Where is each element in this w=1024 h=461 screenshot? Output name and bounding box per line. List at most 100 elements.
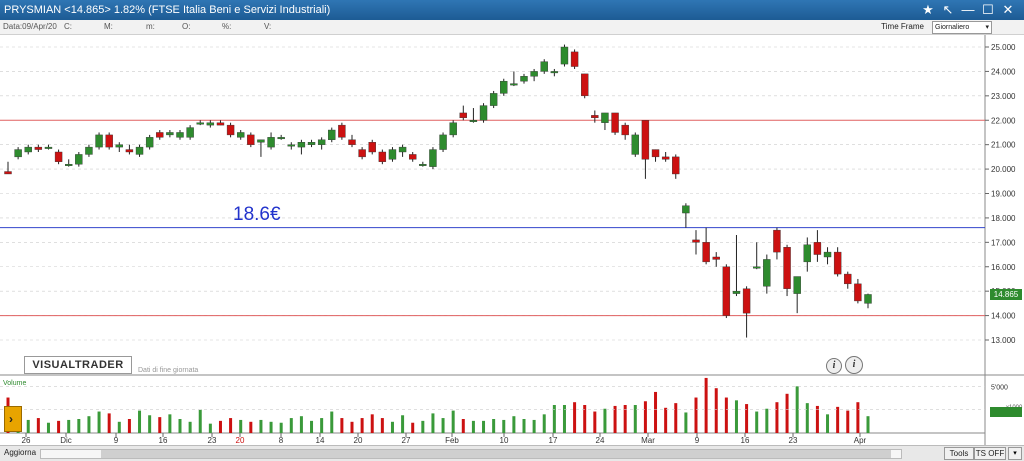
price-annotation: 18.6€ bbox=[233, 204, 281, 225]
x-tick-label: Dic bbox=[60, 436, 72, 445]
volume-bar bbox=[633, 405, 637, 433]
volume-bar bbox=[502, 419, 506, 433]
last-volume-tag bbox=[990, 407, 1022, 417]
volume-bar bbox=[279, 422, 283, 433]
volume-bar bbox=[97, 411, 101, 433]
candle-body bbox=[823, 251, 832, 258]
timeframe-select[interactable]: Giornaliero bbox=[932, 21, 992, 34]
candle-body bbox=[803, 244, 811, 263]
volume-bar bbox=[654, 391, 658, 433]
candle-body bbox=[489, 93, 498, 106]
info-icon[interactable]: i bbox=[845, 356, 863, 374]
candle-body bbox=[176, 132, 184, 138]
volume-bar bbox=[289, 418, 293, 433]
candle-body bbox=[216, 122, 225, 126]
chevron-down-icon[interactable]: ▾ bbox=[1008, 447, 1022, 460]
volume-bar bbox=[826, 414, 830, 433]
timeframe-label: Time Frame bbox=[881, 22, 924, 31]
candle-body bbox=[267, 137, 275, 148]
volume-bar bbox=[643, 401, 647, 433]
scroll-arrow-icon[interactable]: › bbox=[4, 406, 22, 432]
volume-bar bbox=[775, 402, 779, 433]
candle-body bbox=[722, 266, 731, 316]
x-tick-label: 9 bbox=[114, 436, 119, 445]
scrollbar-thumb[interactable] bbox=[101, 450, 891, 458]
info-open: O: bbox=[182, 22, 191, 31]
volume-bar bbox=[178, 419, 182, 433]
volume-bar bbox=[411, 422, 415, 433]
info-pct: %: bbox=[222, 22, 232, 31]
y-tick-label: 16.000 bbox=[991, 263, 1016, 272]
window-controls: ★ ↖ — ☐ ✕ bbox=[918, 2, 1018, 18]
candle-body bbox=[328, 129, 336, 140]
volume-bar bbox=[684, 412, 688, 433]
x-tick-label: 10 bbox=[500, 436, 509, 445]
minimize-icon[interactable]: — bbox=[958, 2, 978, 18]
star-icon[interactable]: ★ bbox=[918, 2, 938, 18]
aggiorna-button[interactable]: Aggiorna bbox=[4, 448, 36, 457]
candle-body bbox=[672, 156, 680, 175]
candle-body bbox=[419, 163, 427, 166]
x-tick-label: Mar bbox=[641, 436, 655, 445]
tools-button[interactable]: Tools bbox=[944, 447, 974, 460]
info-icon[interactable]: i bbox=[826, 358, 842, 374]
pointer-icon[interactable]: ↖ bbox=[938, 2, 958, 18]
volume-bar bbox=[613, 405, 617, 433]
volume-bar bbox=[451, 410, 455, 433]
candle-body bbox=[317, 139, 326, 145]
candle-body bbox=[631, 134, 639, 155]
horizontal-scrollbar[interactable] bbox=[40, 449, 902, 459]
candle-body bbox=[530, 71, 538, 77]
candle-body bbox=[409, 154, 417, 160]
volume-bar bbox=[583, 405, 587, 433]
volume-bar bbox=[249, 421, 253, 433]
volume-bar bbox=[138, 410, 142, 433]
info-close: C: bbox=[64, 22, 72, 31]
candle-body bbox=[833, 251, 842, 275]
volume-bar bbox=[512, 416, 516, 433]
candle-body bbox=[550, 71, 559, 74]
candle-body bbox=[44, 146, 53, 149]
y-tick-label: 17.000 bbox=[991, 238, 1016, 247]
candle-body bbox=[783, 247, 791, 289]
chart-grid bbox=[0, 35, 1024, 445]
candle-body bbox=[581, 73, 589, 97]
volume-bar bbox=[866, 416, 870, 433]
volume-bar bbox=[127, 419, 131, 433]
volume-bar bbox=[461, 419, 465, 433]
candle-body bbox=[601, 112, 609, 123]
candle-body bbox=[753, 266, 761, 269]
ts-off-button[interactable]: TS OFF bbox=[974, 447, 1006, 460]
volume-bar bbox=[360, 418, 364, 433]
date-axis: 26 Dic 9 16 23 20 8 14 20 27 Feb 10 17 24 Mar 9 16 23 Apr bbox=[22, 433, 867, 445]
x-tick-label: 17 bbox=[549, 436, 558, 445]
candle-body bbox=[368, 142, 376, 153]
candle-body bbox=[186, 127, 194, 138]
candle-body bbox=[864, 294, 872, 304]
candle-body bbox=[570, 51, 579, 67]
volume-bar bbox=[421, 420, 425, 433]
candle-body bbox=[348, 139, 356, 145]
volume-bar bbox=[562, 405, 566, 433]
candle-body bbox=[277, 137, 285, 140]
volume-bar bbox=[330, 411, 334, 433]
close-icon[interactable]: ✕ bbox=[998, 2, 1018, 18]
volume-bar bbox=[755, 411, 759, 433]
volume-bar bbox=[573, 402, 577, 433]
volume-bar bbox=[745, 404, 749, 433]
candle-body bbox=[732, 290, 741, 294]
candle-body bbox=[813, 242, 822, 255]
candle-body bbox=[742, 288, 751, 314]
candle-body bbox=[115, 144, 123, 148]
volume-bar bbox=[77, 419, 81, 433]
volume-bar bbox=[117, 421, 121, 433]
volume-bar bbox=[310, 420, 314, 433]
volume-bar bbox=[26, 419, 30, 433]
candle-body bbox=[429, 149, 437, 167]
restore-icon[interactable]: ☐ bbox=[978, 2, 998, 18]
volume-bar bbox=[785, 393, 789, 433]
candle-body bbox=[682, 205, 690, 214]
candle-body bbox=[307, 142, 316, 145]
volume-bar bbox=[320, 418, 324, 433]
volume-bar bbox=[532, 419, 536, 433]
